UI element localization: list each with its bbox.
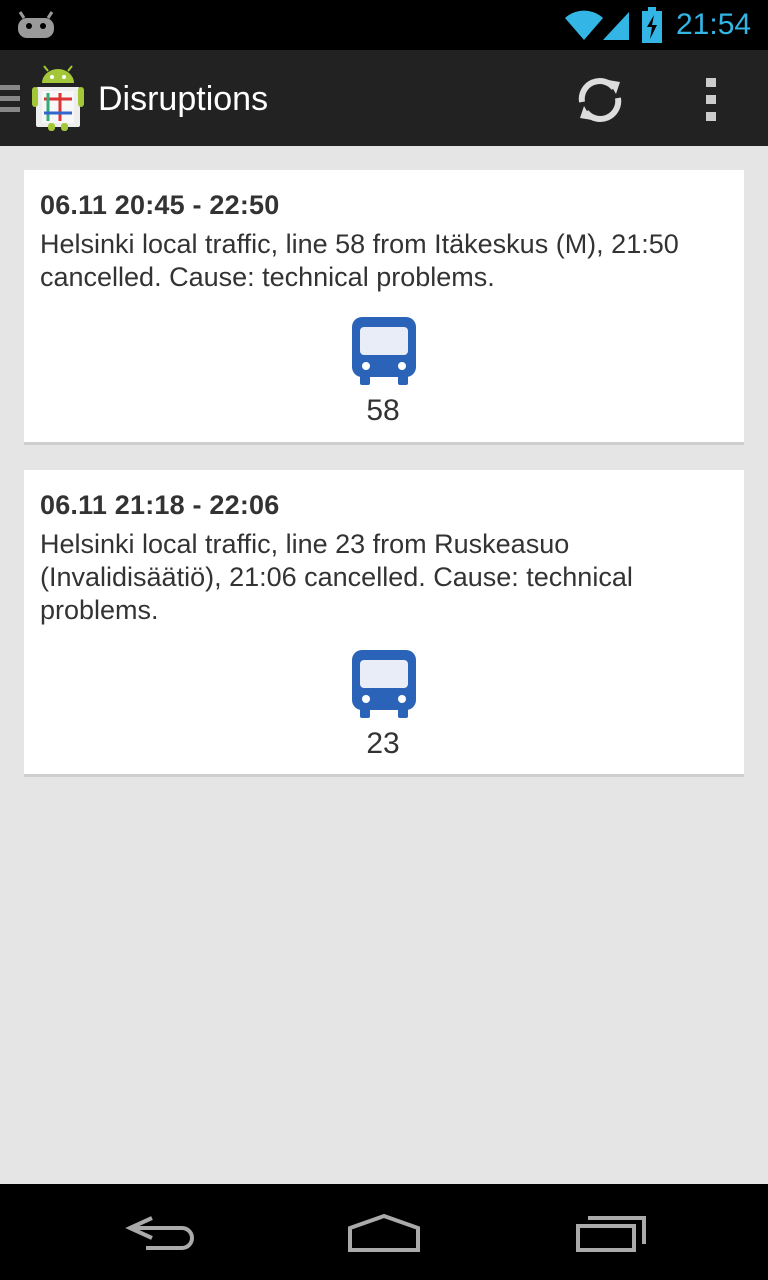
signal-icon [603, 12, 629, 40]
drawer-icon[interactable] [0, 83, 22, 115]
disruption-text: Helsinki local traffic, line 23 from Rus… [40, 529, 633, 625]
disruption-card[interactable]: 06.11 21:18 - 22:06 Helsinki local traff… [24, 470, 744, 774]
battery-charging-icon [642, 7, 662, 43]
status-time: 21:54 [676, 8, 752, 41]
android-icon [18, 11, 54, 38]
wifi-icon [565, 10, 603, 40]
status-bar: 21:54 [0, 0, 768, 50]
action-bar: Disruptions [0, 50, 768, 146]
home-icon[interactable] [344, 1208, 424, 1256]
navigation-bar [0, 1184, 768, 1280]
back-icon[interactable] [122, 1208, 202, 1256]
bus-icon [352, 317, 416, 385]
line-number: 58 [366, 394, 400, 427]
app-icon[interactable] [32, 65, 84, 131]
page-title: Disruptions [98, 80, 269, 118]
refresh-icon[interactable] [572, 72, 628, 128]
disruption-list: 06.11 20:45 - 22:50 Helsinki local traff… [0, 146, 768, 1184]
bus-icon [352, 650, 416, 718]
disruption-text: Helsinki local traffic, line 58 from Itä… [40, 229, 679, 292]
overflow-menu-icon[interactable] [692, 72, 732, 128]
disruption-card[interactable]: 06.11 20:45 - 22:50 Helsinki local traff… [24, 170, 744, 442]
disruption-time: 06.11 20:45 - 22:50 [40, 190, 280, 220]
line-number: 23 [366, 727, 400, 760]
disruption-time: 06.11 21:18 - 22:06 [40, 490, 280, 520]
recent-apps-icon[interactable] [572, 1208, 652, 1256]
